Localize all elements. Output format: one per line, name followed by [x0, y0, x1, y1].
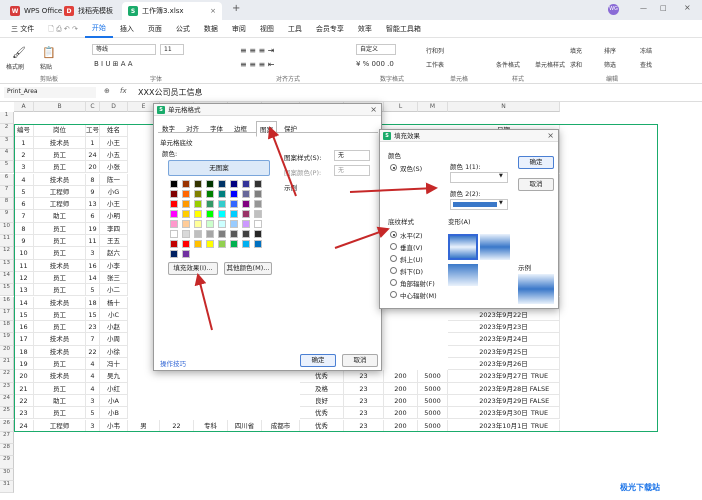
annotation-arrows [194, 126, 438, 331]
watermark: 极光下载站 [620, 483, 660, 492]
